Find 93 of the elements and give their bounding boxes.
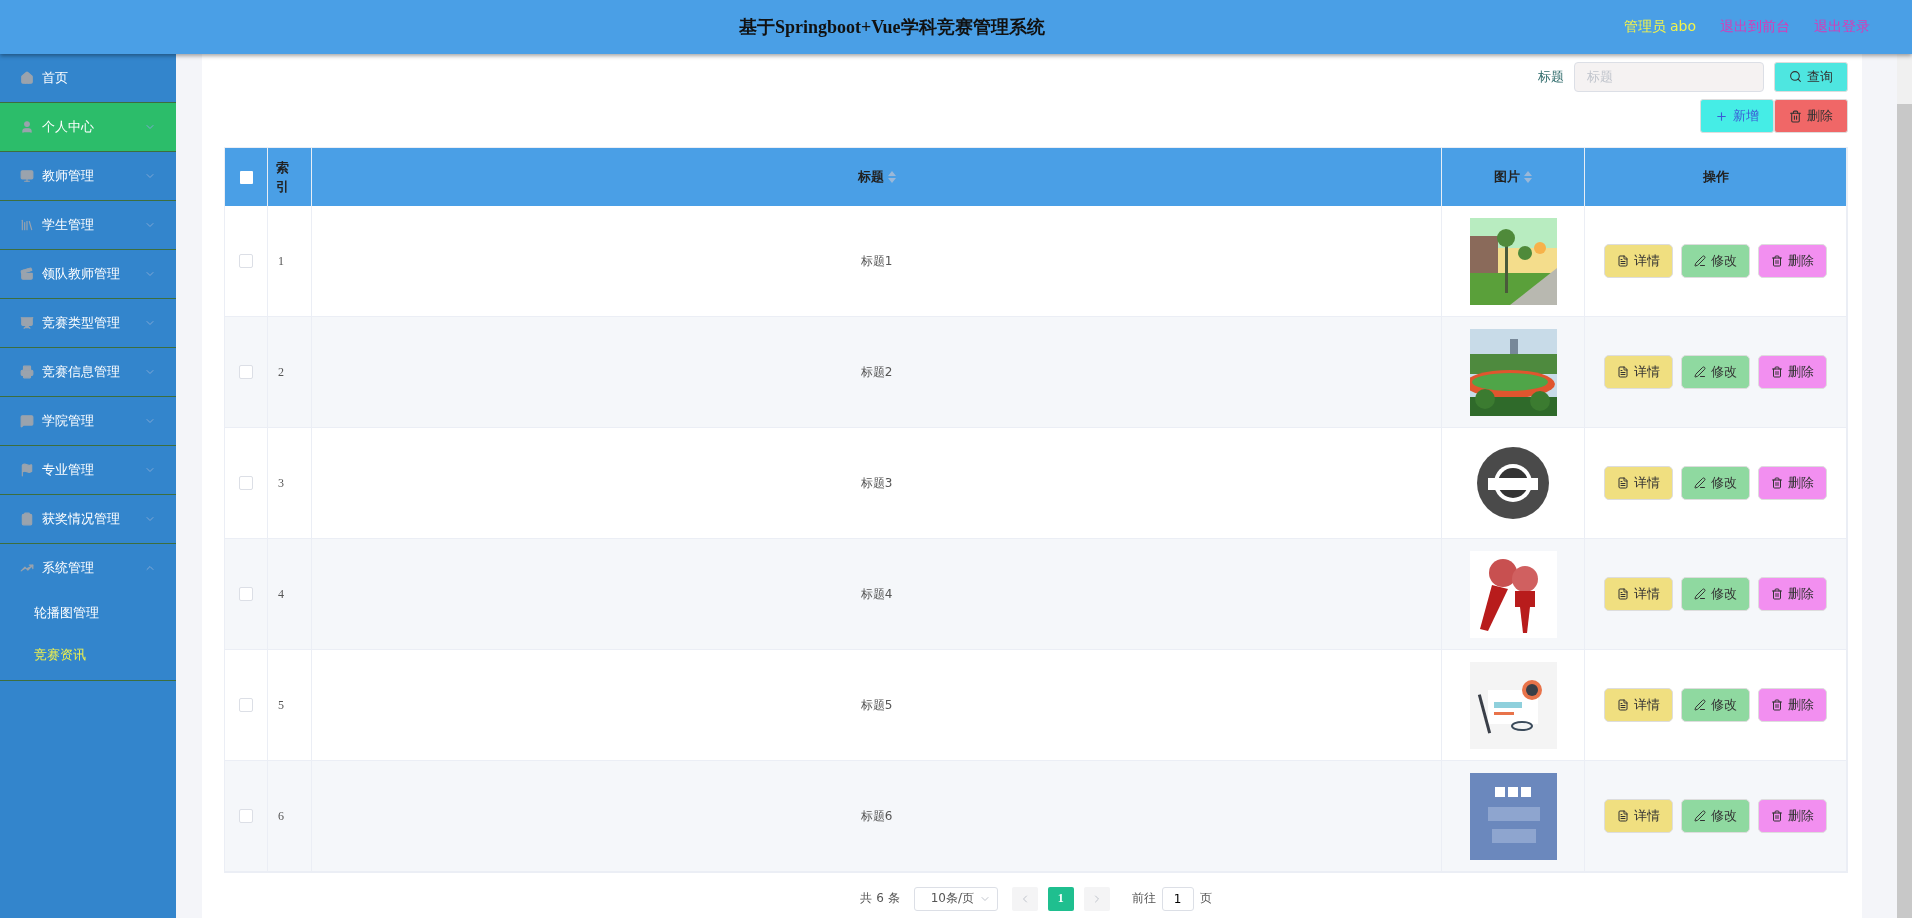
sidebar-subitem[interactable]: 竞赛资讯	[0, 634, 176, 676]
sort-icon[interactable]	[887, 171, 896, 184]
search-button[interactable]: 查询	[1774, 61, 1848, 92]
delete-button[interactable]: 删除	[1758, 355, 1827, 390]
column-label: 操作	[1702, 168, 1729, 187]
title-cell: 标题4	[860, 585, 893, 603]
easel-icon	[20, 316, 34, 330]
pen-icon	[1694, 588, 1706, 601]
row-checkbox[interactable]	[239, 698, 253, 713]
page-size-select[interactable]: 10条/页	[913, 886, 998, 911]
row-checkbox[interactable]	[239, 809, 253, 824]
delete-button[interactable]: 删除	[1758, 799, 1827, 834]
edit-button[interactable]: 修改	[1681, 577, 1750, 612]
index-cell: 4	[278, 586, 284, 602]
delete-button[interactable]: 删除	[1758, 688, 1827, 723]
monitor-icon	[20, 169, 34, 183]
page-suffix: 页	[1199, 890, 1212, 908]
row-checkbox[interactable]	[239, 254, 253, 269]
home-icon	[20, 71, 34, 85]
column-label: 索引	[276, 158, 289, 197]
document-icon	[1617, 699, 1629, 712]
add-button[interactable]: 新增	[1700, 99, 1774, 134]
plus-icon	[1715, 109, 1728, 123]
title-cell: 标题2	[860, 363, 893, 381]
detail-button[interactable]: 详情	[1604, 355, 1673, 390]
delete-button[interactable]: 删除	[1758, 466, 1827, 501]
document-icon	[1617, 255, 1629, 268]
document-icon	[1617, 810, 1629, 823]
edit-button[interactable]: 修改	[1681, 244, 1750, 279]
row-checkbox[interactable]	[239, 365, 253, 380]
edit-button[interactable]: 修改	[1681, 355, 1750, 390]
edit-button[interactable]: 修改	[1681, 799, 1750, 834]
pen-icon	[1694, 255, 1706, 268]
document-icon	[1617, 588, 1629, 601]
goto-label: 前往	[1131, 890, 1156, 908]
search-label: 标题	[1538, 67, 1564, 86]
index-cell: 3	[278, 475, 284, 491]
delete-button[interactable]: 删除	[1774, 99, 1848, 134]
row-checkbox[interactable]	[239, 587, 253, 602]
search-icon	[1789, 70, 1802, 84]
pen-icon	[1694, 366, 1706, 379]
trash-icon	[1789, 109, 1802, 123]
edit-button[interactable]: 修改	[1681, 688, 1750, 723]
books-icon	[20, 218, 34, 232]
detail-button[interactable]: 详情	[1604, 244, 1673, 279]
sidebar-subitem[interactable]: 轮播图管理	[0, 592, 176, 634]
page-input[interactable]: 1	[1161, 886, 1194, 911]
pen-icon	[1694, 810, 1706, 823]
total-count: 共 6 条	[860, 890, 900, 908]
delete-button[interactable]: 删除	[1758, 244, 1827, 279]
trash-icon	[1771, 699, 1783, 712]
user-icon	[20, 120, 34, 134]
title-cell: 标题5	[860, 696, 893, 714]
trash-icon	[1771, 366, 1783, 379]
index-cell: 6	[278, 808, 284, 824]
document-icon	[1617, 477, 1629, 490]
film-icon	[20, 267, 34, 281]
trash-icon	[1771, 810, 1783, 823]
title-cell: 标题1	[860, 252, 893, 270]
sort-icon[interactable]	[1524, 171, 1532, 184]
clipboard-icon	[20, 512, 34, 526]
column-label: 标题	[857, 168, 884, 187]
next-page-button[interactable]	[1083, 886, 1110, 911]
row-checkbox[interactable]	[239, 476, 253, 491]
column-header[interactable]: 图片	[1442, 148, 1585, 207]
index-cell: 1	[278, 253, 284, 269]
pen-icon	[1694, 477, 1706, 490]
detail-button[interactable]: 详情	[1604, 799, 1673, 834]
select-all-checkbox[interactable]	[239, 170, 253, 184]
app-title: 基于Springboot+Vue学科竞赛管理系统	[737, 16, 1046, 39]
trash-icon	[1771, 255, 1783, 268]
index-cell: 5	[278, 697, 284, 713]
document-icon	[1617, 366, 1629, 379]
column-header[interactable]: 标题	[312, 148, 1442, 207]
title-cell: 标题3	[860, 474, 893, 492]
delete-button[interactable]: 删除	[1758, 577, 1827, 612]
detail-button[interactable]: 详情	[1604, 688, 1673, 723]
user-label: 管理员 abo	[1623, 18, 1696, 36]
detail-button[interactable]: 详情	[1604, 466, 1673, 501]
trash-icon	[1771, 477, 1783, 490]
prev-page-button[interactable]	[1011, 886, 1038, 911]
edit-button[interactable]: 修改	[1681, 466, 1750, 501]
detail-button[interactable]: 详情	[1604, 577, 1673, 612]
index-cell: 2	[278, 364, 284, 380]
printer-icon	[20, 365, 34, 379]
chat-icon	[20, 414, 34, 428]
trash-icon	[1771, 588, 1783, 601]
scrollbar[interactable]	[1897, 104, 1912, 918]
title-cell: 标题6	[860, 807, 893, 825]
sidebar-item[interactable]: 系统管理	[0, 544, 176, 592]
pen-icon	[1694, 699, 1706, 712]
flag-icon	[20, 463, 34, 477]
column-label: 图片	[1494, 168, 1520, 187]
